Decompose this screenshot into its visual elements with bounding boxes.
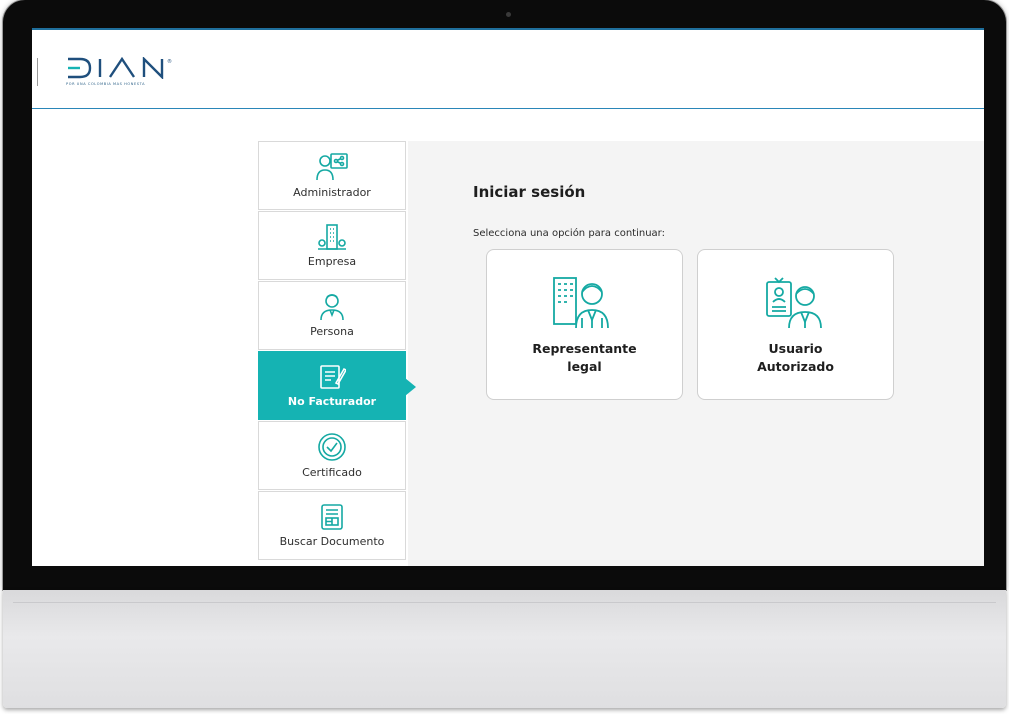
header: ® POR UNA COLOMBIA MAS HONESTA <box>32 30 984 109</box>
tab-label: Certificado <box>302 466 362 479</box>
tab-label: Persona <box>310 325 354 338</box>
login-type-sidebar: Administrador Empresa Persona No Factura… <box>258 141 416 561</box>
tab-buscar-documento[interactable]: Buscar Documento <box>258 491 406 560</box>
legal-representative-icon <box>552 277 609 329</box>
screen: ® POR UNA COLOMBIA MAS HONESTA Administr… <box>32 28 984 566</box>
option-label: Representante legal <box>532 341 637 374</box>
tab-label: Administrador <box>293 186 371 199</box>
tab-administrador[interactable]: Administrador <box>258 141 406 210</box>
certificate-icon <box>318 433 346 461</box>
search-document-icon <box>321 504 343 530</box>
tab-label: Buscar Documento <box>279 535 385 548</box>
tab-label: No Facturador <box>287 395 377 408</box>
tab-certificado[interactable]: Certificado <box>258 421 406 490</box>
chin-divider <box>13 602 996 603</box>
monitor-chin <box>3 590 1006 708</box>
authorized-user-icon <box>765 277 822 329</box>
logo-divider <box>37 58 38 86</box>
building-icon <box>318 224 346 250</box>
monitor-bezel: ® POR UNA COLOMBIA MAS HONESTA Administr… <box>3 0 1006 590</box>
tab-no-facturador[interactable]: No Facturador <box>258 351 416 420</box>
logo-tagline: POR UNA COLOMBIA MAS HONESTA <box>66 82 146 86</box>
tab-persona[interactable]: Persona <box>258 281 406 350</box>
page-subtitle: Selecciona una opción para continuar: <box>473 228 665 239</box>
svg-text:®: ® <box>167 58 172 65</box>
page-title: Iniciar sesión <box>473 183 586 201</box>
option-representante-legal[interactable]: Representante legal <box>486 249 683 400</box>
camera <box>506 12 511 17</box>
document-edit-icon <box>320 365 346 389</box>
tab-label: Empresa <box>307 255 357 268</box>
admin-icon <box>316 153 348 181</box>
option-label: Usuario Autorizado <box>757 341 834 374</box>
person-icon <box>320 294 344 321</box>
tab-empresa[interactable]: Empresa <box>258 211 406 280</box>
dian-logo[interactable]: ® <box>66 57 178 79</box>
option-usuario-autorizado[interactable]: Usuario Autorizado <box>697 249 894 400</box>
